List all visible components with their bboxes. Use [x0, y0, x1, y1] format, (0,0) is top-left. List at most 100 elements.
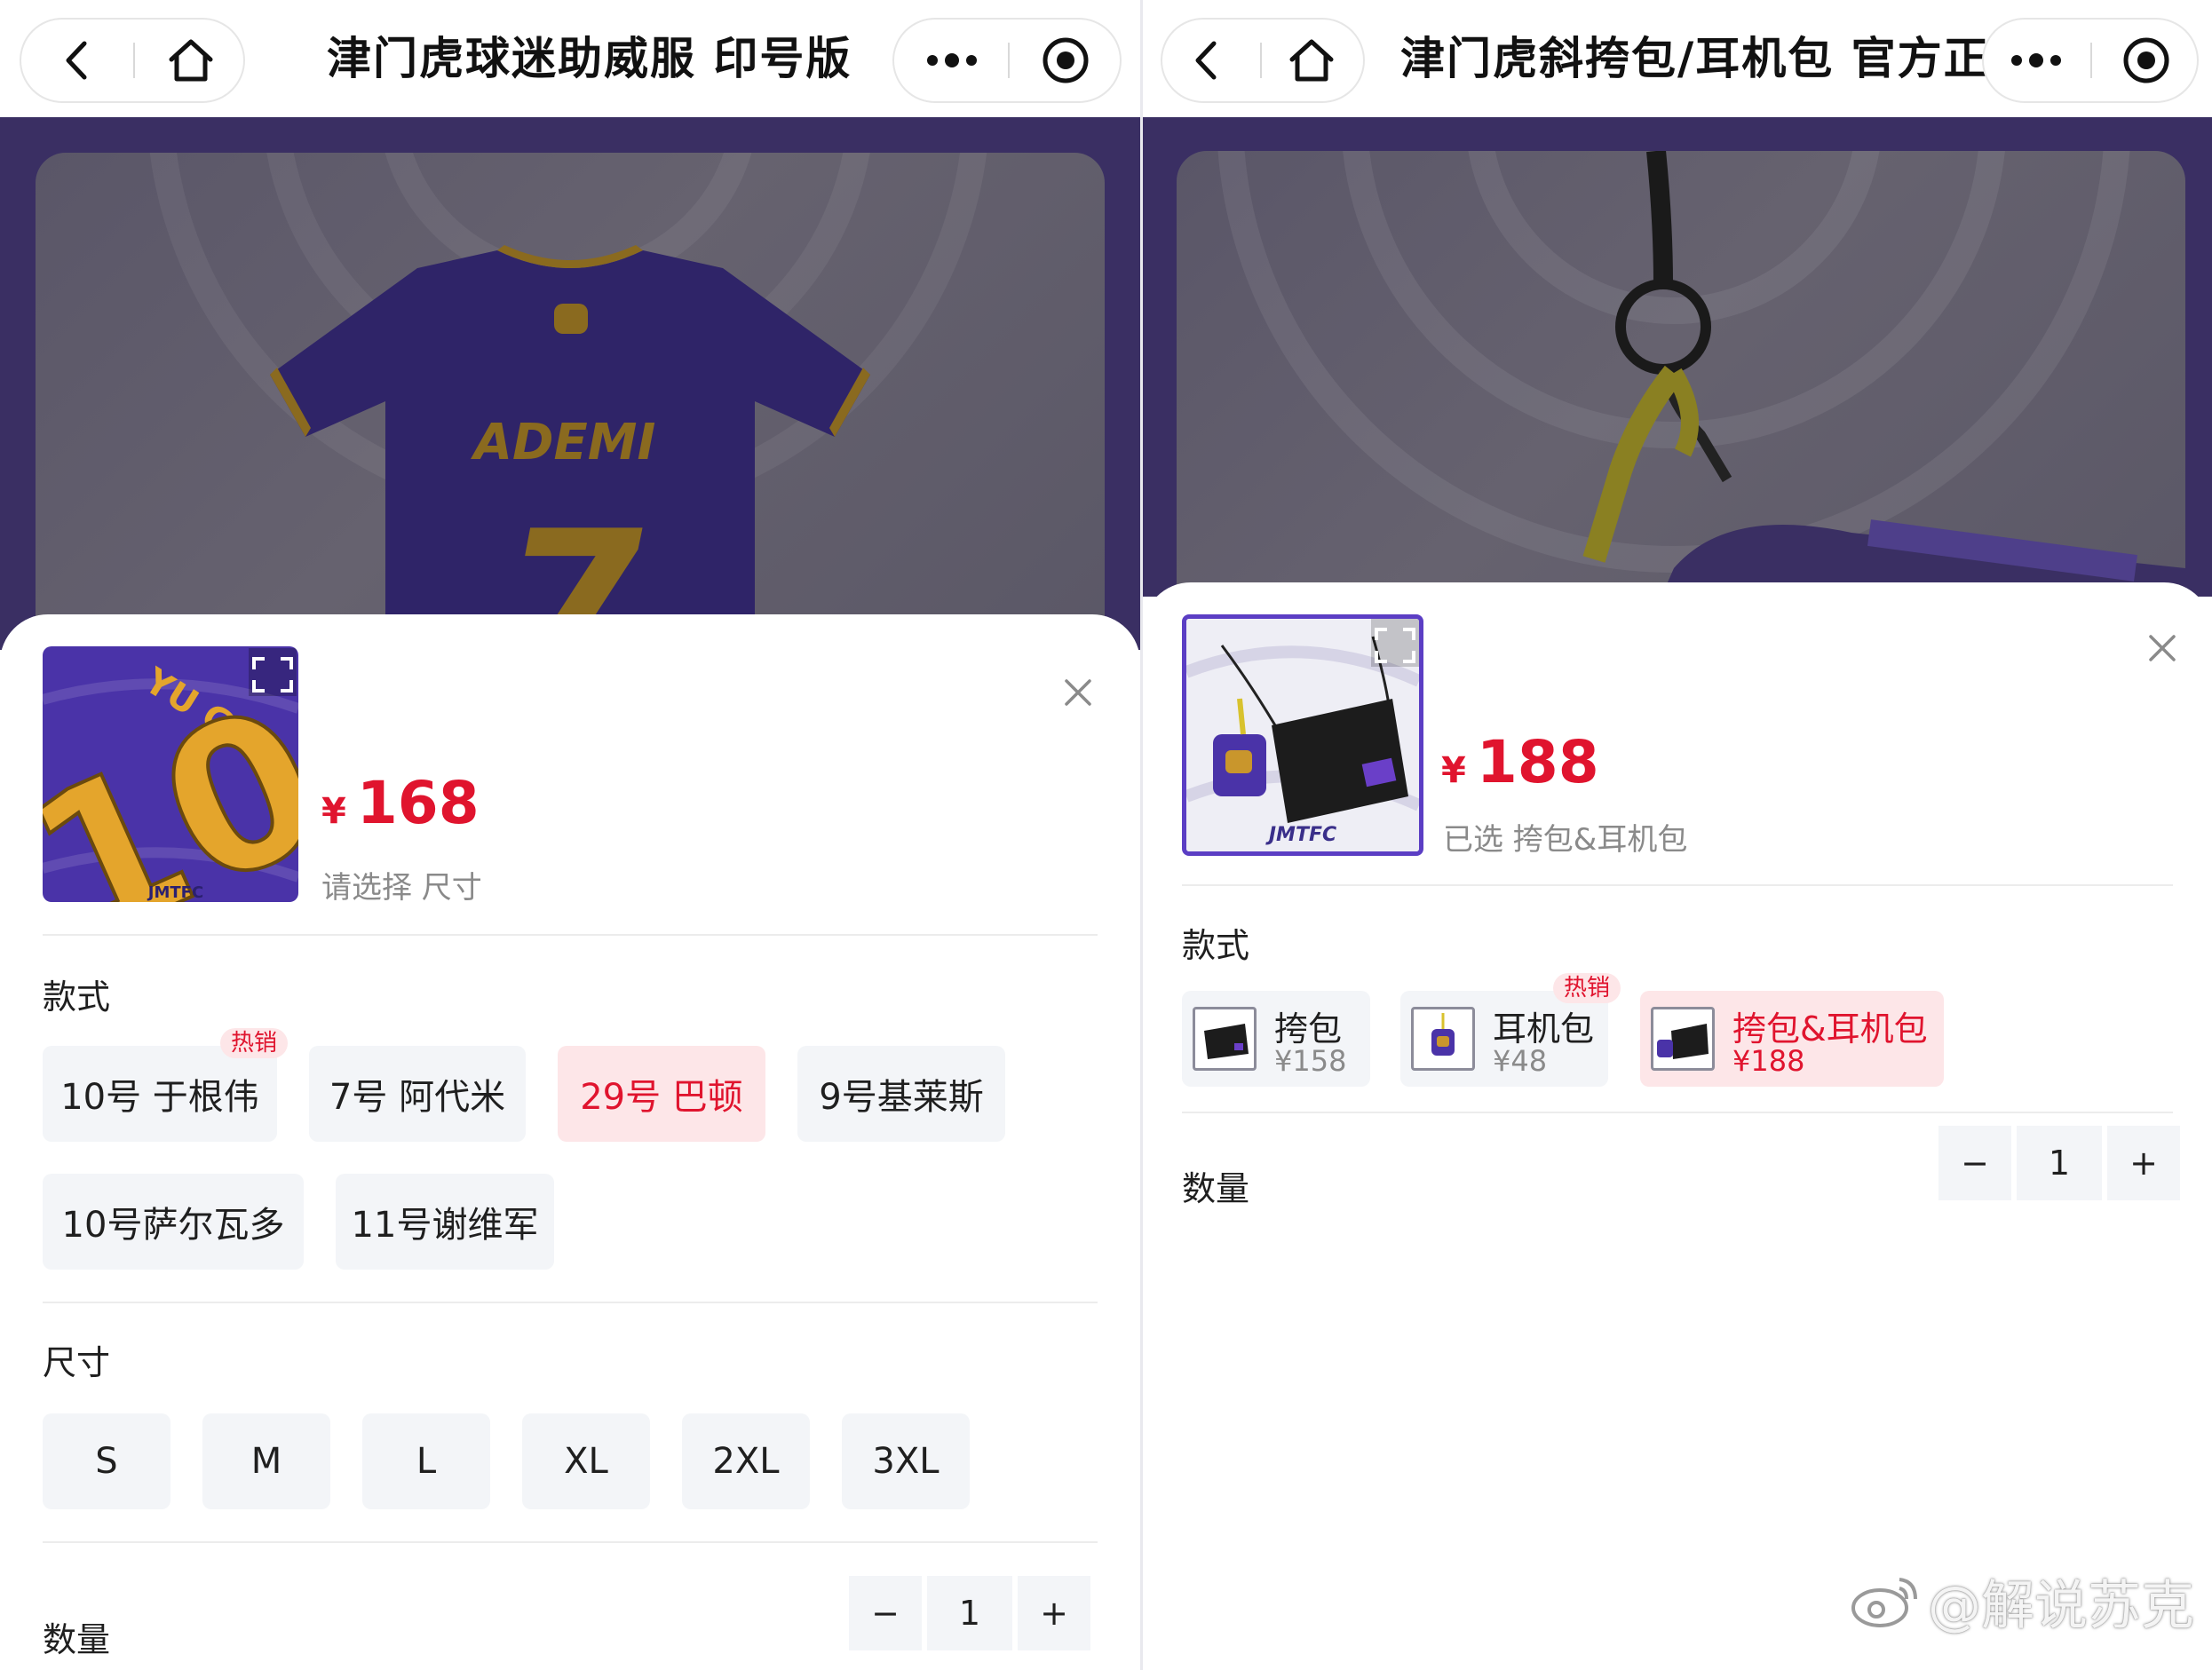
price-value: 188 [1476, 728, 1599, 796]
quantity-decrease-button[interactable]: − [849, 1576, 922, 1650]
price-display: ¥188 [1441, 728, 1599, 796]
variant-label: 耳机包 [1493, 1009, 1595, 1049]
variant-price: ¥188 [1732, 1044, 1805, 1078]
product-thumbnail[interactable]: JMTFC [1182, 614, 1423, 856]
style-option-yugenwei[interactable]: 10号 于根伟 热销 [43, 1028, 288, 1142]
chevron-left-icon [66, 41, 87, 80]
quantity-stepper: − 1 + [1938, 1126, 2180, 1200]
home-icon [169, 39, 213, 82]
style-option-badun-selected[interactable]: 29号 巴顿 [558, 1046, 765, 1142]
quantity-increase-button[interactable]: + [1018, 1576, 1090, 1650]
product-thumbnail[interactable]: YU G.W. 10 JMTFC [43, 646, 298, 902]
variant-thumbnail [1651, 1007, 1715, 1071]
page-title: 津门虎球迷助威服 印号版 [327, 33, 852, 84]
nav-bar: 津门虎斜挎包/耳机包 官方正品 [1143, 0, 2212, 117]
home-button[interactable] [142, 20, 240, 101]
divider [43, 1541, 1098, 1543]
hero-image-card [1177, 151, 2185, 597]
variant-price: ¥48 [1493, 1044, 1548, 1078]
capsule-divider [1008, 43, 1010, 78]
bag-thumbnail: JMTFC [1186, 619, 1419, 851]
style-section-title: 款式 [43, 977, 111, 1017]
style-option-label: 29号 巴顿 [580, 1077, 743, 1118]
quantity-increase-button[interactable]: + [2107, 1126, 2180, 1200]
left-product-page: 津门虎球迷助威服 印号版 ADEMI 7 YU G.W. 10 JMTFC ¥ … [0, 0, 1140, 1670]
divider [1182, 1112, 2173, 1113]
hero-image-card: ADEMI 7 [36, 153, 1105, 650]
style-option-label: 9号基莱斯 [819, 1077, 984, 1118]
price-value: 168 [356, 769, 480, 837]
style-option-xieweijun[interactable]: 11号谢维军 [336, 1174, 554, 1270]
home-button[interactable] [1267, 20, 1356, 101]
more-button[interactable] [1987, 20, 2085, 101]
jersey-image: ADEMI 7 [149, 153, 987, 650]
close-icon [2149, 635, 2176, 661]
capsule-divider [1260, 43, 1262, 78]
product-hero-image: ADEMI 7 [0, 117, 1140, 650]
size-label: M [250, 1441, 282, 1482]
expand-icon [1371, 619, 1419, 667]
more-button[interactable] [903, 20, 1001, 101]
style-option-ademi[interactable]: 7号 阿代米 [309, 1046, 526, 1142]
size-option-2xl[interactable]: 2XL [682, 1413, 810, 1509]
currency-symbol: ¥ [1441, 750, 1466, 791]
weibo-logo-icon [1851, 1577, 1917, 1627]
product-hero-image [1143, 117, 2212, 597]
weibo-watermark: @解说苏克 [1850, 1563, 2194, 1640]
quantity-label: 数量 [43, 1620, 111, 1659]
currency-symbol: ¥ [321, 791, 346, 832]
nav-capsule-left [1161, 18, 1365, 103]
bag-strap-image [1217, 151, 2185, 597]
close-icon [1065, 679, 1091, 706]
divider [43, 934, 1098, 936]
quantity-stepper: − 1 + [849, 1576, 1090, 1650]
style-option-label: 7号 阿代米 [329, 1077, 506, 1118]
size-option-m[interactable]: M [202, 1413, 330, 1509]
selection-hint: 请选择 尺寸 [321, 870, 482, 906]
jersey-back-thumbnail: YU G.W. 10 JMTFC [43, 646, 298, 902]
thumb-brand-mark: JMTFC [1265, 824, 1336, 846]
price-display: ¥168 [321, 769, 480, 837]
variant-option-crossbody[interactable]: 挎包 ¥158 [1182, 991, 1370, 1087]
size-section-title: 尺寸 [43, 1343, 111, 1382]
style-section-title: 款式 [1182, 926, 1250, 965]
back-button[interactable] [28, 20, 126, 101]
selected-variant-text: 已选 挎包&耳机包 [1443, 822, 1688, 858]
divider [1182, 884, 2173, 886]
nav-capsule-right [892, 18, 1122, 103]
style-option-label: 10号 于根伟 [60, 1077, 259, 1118]
close-miniapp-button[interactable] [1017, 20, 1114, 101]
sku-bottom-sheet: YU G.W. 10 JMTFC ¥168 请选择 尺寸 款式 10号 于根伟 … [0, 614, 1140, 1670]
more-dots-icon [2011, 53, 2061, 67]
size-option-xl[interactable]: XL [522, 1413, 650, 1509]
size-label: 3XL [872, 1441, 940, 1482]
quantity-decrease-button[interactable]: − [1938, 1126, 2011, 1200]
back-button[interactable] [1162, 20, 1251, 101]
close-miniapp-button[interactable] [2097, 20, 2195, 101]
size-option-3xl[interactable]: 3XL [842, 1413, 970, 1509]
more-dots-icon [927, 53, 977, 67]
variant-option-bundle-selected[interactable]: 挎包&耳机包 ¥188 [1640, 991, 1944, 1087]
capsule-divider [2090, 43, 2092, 78]
size-label: 2XL [712, 1441, 780, 1482]
close-sheet-button[interactable] [2143, 629, 2182, 668]
size-option-s[interactable]: S [43, 1413, 170, 1509]
style-option-jilaisi[interactable]: 9号基莱斯 [797, 1046, 1005, 1142]
divider [43, 1302, 1098, 1303]
size-label: L [416, 1441, 437, 1482]
style-option-label: 11号谢维军 [351, 1205, 539, 1246]
hot-badge: 热销 [219, 1028, 288, 1058]
nav-bar: 津门虎球迷助威服 印号版 [0, 0, 1140, 117]
quantity-input[interactable]: 1 [2017, 1126, 2102, 1200]
target-circle-icon [2123, 37, 2169, 83]
variant-thumbnail [1411, 1007, 1475, 1071]
watermark-text: @解说苏克 [1928, 1575, 2194, 1637]
variant-thumbnail [1193, 1007, 1257, 1071]
style-option-salvador[interactable]: 10号萨尔瓦多 [43, 1174, 304, 1270]
size-option-l[interactable]: L [362, 1413, 490, 1509]
quantity-input[interactable]: 1 [927, 1576, 1012, 1650]
variant-option-earphone-case[interactable]: 耳机包 ¥48 热销 [1400, 973, 1621, 1087]
close-sheet-button[interactable] [1058, 673, 1098, 712]
nav-capsule-left [20, 18, 245, 103]
right-product-page: 津门虎斜挎包/耳机包 官方正品 JMTFC ¥ 188 已选 挎包&耳机包 款式… [1143, 0, 2212, 1670]
